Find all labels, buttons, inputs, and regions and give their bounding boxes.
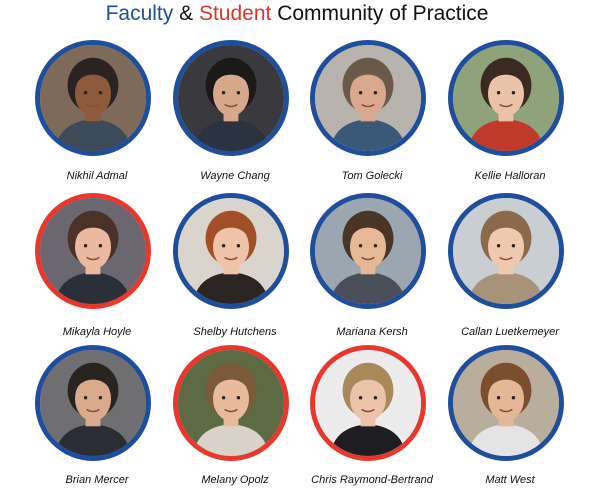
member-name: Shelby Hutchens — [193, 326, 277, 338]
member-name: Brian Mercer — [65, 474, 129, 486]
member-name: Nikhil Admal — [66, 170, 128, 182]
person-photo-icon — [310, 40, 426, 156]
member-name: Chris Raymond-Bertrand — [311, 474, 433, 486]
title-student-word: Student — [198, 2, 272, 25]
person-photo-icon — [448, 345, 564, 461]
person-photo-icon — [35, 345, 151, 461]
title-faculty-word: Faculty — [105, 2, 174, 25]
person-photo-icon — [310, 345, 426, 461]
person-photo-icon — [173, 193, 289, 309]
person-photo-icon — [173, 345, 289, 461]
member-name: Mariana Kersh — [336, 326, 408, 338]
member-name: Callan Luetkemeyer — [461, 326, 559, 338]
member-name: Tom Golecki — [341, 170, 403, 182]
member-name: Kellie Halloran — [474, 170, 546, 182]
person-photo-icon — [35, 193, 151, 309]
member-name: Matt West — [485, 474, 535, 486]
member-name: Melany Opolz — [201, 474, 269, 486]
member-name: Mikayla Hoyle — [62, 326, 132, 338]
person-photo-icon — [448, 193, 564, 309]
member-name: Wayne Chang — [200, 170, 270, 182]
person-photo-icon — [35, 40, 151, 156]
page-title: Faculty & Student Community of Practice — [0, 2, 594, 26]
title-ampersand: & — [179, 2, 194, 25]
person-photo-icon — [173, 40, 289, 156]
title-rest: Community of Practice — [277, 2, 489, 25]
person-photo-icon — [448, 40, 564, 156]
person-photo-icon — [310, 193, 426, 309]
